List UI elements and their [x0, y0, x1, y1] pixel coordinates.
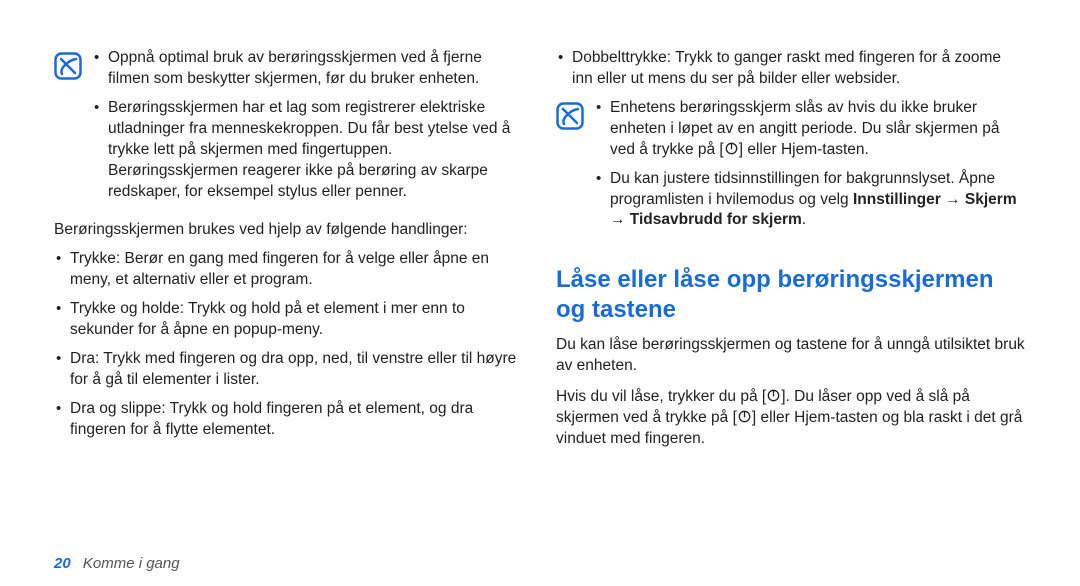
note-body-left: Oppnå optimal bruk av berøringsskjermen … [92, 48, 524, 210]
footer-section: Komme i gang [83, 555, 180, 572]
paragraph: Du kan låse berøringsskjermen og tastene… [556, 335, 1026, 377]
paragraph: Hvis du vil låse, trykker du på []. Du l… [556, 387, 1026, 450]
note-bullet: Berøringsskjermen har et lag som registr… [92, 98, 524, 203]
page-number: 20 [54, 555, 71, 572]
footer: 20 Komme i gang [54, 555, 180, 572]
main-bullet-list: Trykke: Berør en gang med fingeren for å… [54, 249, 524, 440]
list-item: Dra: Trykk med fingeren og dra opp, ned,… [54, 349, 524, 391]
note-icon [54, 52, 82, 80]
power-icon [725, 142, 738, 155]
text-run: ] eller Hjem-tasten. [739, 141, 869, 158]
note-block-left: Oppnå optimal bruk av berøringsskjermen … [54, 48, 524, 210]
list-item: Trykke og holde: Trykk og hold på et ele… [54, 299, 524, 341]
text-run: . [802, 211, 806, 228]
note-bullet: Enhetens berøringsskjerm slås av hvis du… [594, 98, 1026, 161]
right-column: Dobbelttrykke: Trykk to ganger raskt med… [546, 48, 1026, 586]
note-icon [556, 102, 584, 130]
intro-text: Berøringsskjermen brukes ved hjelp av fø… [54, 220, 524, 241]
list-item: Trykke: Berør en gang med fingeren for å… [54, 249, 524, 291]
note-block-right: Enhetens berøringsskjerm slås av hvis du… [556, 98, 1026, 240]
note-bullet: Oppnå optimal bruk av berøringsskjermen … [92, 48, 524, 90]
power-icon [767, 389, 780, 402]
list-item: Dra og slippe: Trykk og hold fingeren på… [54, 399, 524, 441]
text-run: Hvis du vil låse, trykker du på [ [556, 388, 766, 405]
note-body-right: Enhetens berøringsskjerm slås av hvis du… [594, 98, 1026, 240]
page: Oppnå optimal bruk av berøringsskjermen … [0, 0, 1080, 586]
left-column: Oppnå optimal bruk av berøringsskjermen … [54, 48, 534, 586]
section-heading: Låse eller låse opp berøringsskjermen og… [556, 265, 1026, 325]
power-icon [738, 410, 751, 423]
top-bullet-list: Dobbelttrykke: Trykk to ganger raskt med… [556, 48, 1026, 90]
note-bullet: Du kan justere tidsinnstillingen for bak… [594, 169, 1026, 232]
list-item: Dobbelttrykke: Trykk to ganger raskt med… [556, 48, 1026, 90]
